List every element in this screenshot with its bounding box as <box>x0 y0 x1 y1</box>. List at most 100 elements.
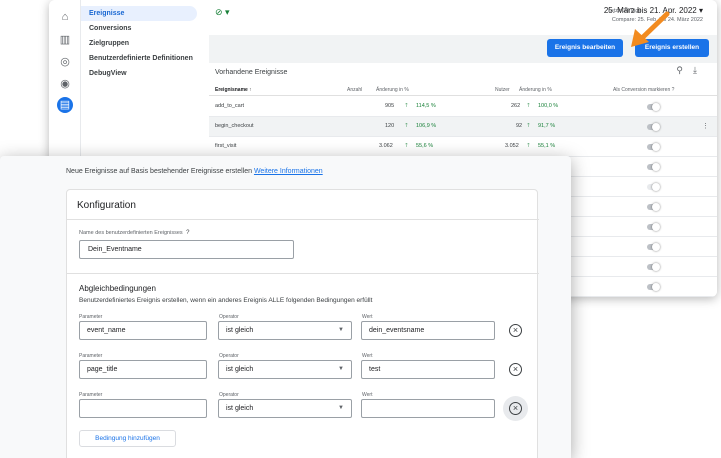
conversion-toggle[interactable] <box>647 103 660 111</box>
parameter-input[interactable] <box>79 399 207 418</box>
arrow-up-icon: 🡑 <box>405 143 408 149</box>
parameter-label: Parameter <box>79 392 103 398</box>
screenshot-stage: ⌂ ▥ ◎ ◉ ▤ Ereignisse Conversions Zielgru… <box>0 0 721 458</box>
users-change: 100,0 % <box>538 103 559 109</box>
arrow-up-icon: 🡑 <box>527 143 530 149</box>
dropdown-caret-icon: ▼ <box>338 327 344 333</box>
operator-value: ist gleich <box>226 366 254 373</box>
event-name[interactable]: begin_checkout <box>215 123 254 129</box>
table-row[interactable]: first_visit 3.062 🡑 55,6 % 3.052 🡑 55,1 … <box>209 137 717 157</box>
event-users: 262 <box>511 103 521 109</box>
value-input[interactable]: test <box>361 360 495 379</box>
value-input[interactable]: dein_eventsname <box>361 321 495 340</box>
value-label: Wert <box>362 353 373 359</box>
arrow-up-icon: 🡑 <box>405 123 408 129</box>
nav-item-custom-definitions[interactable]: Benutzerdefinierte Definitionen <box>81 51 209 66</box>
value-input[interactable] <box>361 399 495 418</box>
status-chip[interactable]: ⊘ ▾ <box>215 7 230 18</box>
operator-select[interactable]: ist gleich ▼ <box>218 399 352 418</box>
event-name-label: Name des benutzerdefinierten Ereignisses… <box>79 230 190 236</box>
configure-icon[interactable]: ▤ <box>57 97 73 113</box>
table-tools: ⚲⤓ <box>676 65 707 76</box>
value-label: Wert <box>362 314 373 320</box>
more-vert-icon[interactable]: ⋮ <box>702 122 709 130</box>
count-change: 55,6 % <box>416 143 434 149</box>
table-row[interactable]: add_to_cart 905 🡑 114,5 % 262 🡑 100,0 % <box>209 97 717 117</box>
create-event-dialog: Neue Ereignisse auf Basis bestehender Er… <box>0 156 571 458</box>
column-header-conversion[interactable]: Als Conversion markieren ? <box>613 87 674 93</box>
conversion-toggle[interactable] <box>647 283 660 291</box>
column-header-name[interactable]: Ereignisname ↑ <box>215 87 252 93</box>
column-header-users-change[interactable]: Änderung in % <box>519 87 552 93</box>
conversion-toggle[interactable] <box>647 203 660 211</box>
divider <box>67 219 539 220</box>
add-condition-button[interactable]: Bedingung hinzufügen <box>79 430 176 447</box>
operator-select[interactable]: ist gleich ▼ <box>218 321 352 340</box>
remove-condition-icon[interactable]: × <box>509 363 522 376</box>
configuration-card: Konfiguration Name des benutzerdefiniert… <box>66 189 539 458</box>
remove-condition-icon[interactable]: × <box>509 324 522 337</box>
count-change: 114,5 % <box>416 103 436 109</box>
advertising-icon[interactable]: ◉ <box>57 76 73 92</box>
match-conditions-title: Abgleichbedingungen <box>79 284 156 293</box>
divider <box>67 273 539 274</box>
table-row[interactable]: begin_checkout 120 🡑 106,9 % 92 🡑 91,7 %… <box>209 117 717 137</box>
help-icon[interactable]: ? <box>186 230 189 236</box>
users-change: 55,1 % <box>538 143 556 149</box>
event-count: 120 <box>385 123 395 129</box>
nav-item-debugview[interactable]: DebugView <box>81 66 209 81</box>
conversion-toggle[interactable] <box>647 123 660 131</box>
nav-item-events[interactable]: Ereignisse <box>81 6 197 21</box>
table-header: Ereignisname ↑ Anzahl Änderung in % Nutz… <box>209 83 717 96</box>
column-header-users[interactable]: Nutzer <box>495 87 510 93</box>
conversion-toggle[interactable] <box>647 143 660 151</box>
remove-condition-icon[interactable]: × <box>509 402 522 415</box>
column-header-count[interactable]: Anzahl <box>347 87 362 93</box>
highlight-arrow-icon <box>631 11 670 47</box>
intro-text: Neue Ereignisse auf Basis bestehender Er… <box>66 168 252 175</box>
event-name[interactable]: first_visit <box>215 143 236 149</box>
arrow-up-icon: 🡑 <box>527 123 530 129</box>
reports-icon[interactable]: ▥ <box>57 32 73 48</box>
column-header-count-change[interactable]: Änderung in % <box>376 87 409 93</box>
operator-label: Operator <box>219 392 239 398</box>
conversion-toggle[interactable] <box>647 223 660 231</box>
explore-icon[interactable]: ◎ <box>57 54 73 70</box>
nav-item-audiences[interactable]: Zielgruppen <box>81 36 209 51</box>
configuration-title: Konfiguration <box>77 200 136 211</box>
table-title: Vorhandene Ereignisse <box>215 69 288 76</box>
event-name-input[interactable]: Dein_Eventname <box>79 240 294 259</box>
value-label: Wert <box>362 392 373 398</box>
parameter-input[interactable]: event_name <box>79 321 207 340</box>
conversion-toggle[interactable] <box>647 163 660 171</box>
download-icon[interactable]: ⤓ <box>693 65 707 75</box>
parameter-label: Parameter <box>79 314 103 320</box>
event-count: 905 <box>385 103 395 109</box>
nav-item-conversions[interactable]: Conversions <box>81 21 209 36</box>
conversion-toggle[interactable] <box>647 243 660 251</box>
dropdown-caret-icon: ▼ <box>338 405 344 411</box>
dropdown-caret-icon: ▼ <box>338 366 344 372</box>
conversion-toggle[interactable] <box>647 263 660 271</box>
operator-value: ist gleich <box>226 405 254 412</box>
home-icon[interactable]: ⌂ <box>57 9 73 25</box>
operator-value: ist gleich <box>226 327 254 334</box>
operator-select[interactable]: ist gleich ▼ <box>218 360 352 379</box>
dialog-intro: Neue Ereignisse auf Basis bestehender Er… <box>66 168 323 175</box>
count-change: 106,9 % <box>416 123 437 129</box>
match-conditions-description: Benutzerdefiniertes Ereignis erstellen, … <box>79 297 373 304</box>
arrow-up-icon: 🡑 <box>405 103 408 109</box>
operator-label: Operator <box>219 314 239 320</box>
operator-label: Operator <box>219 353 239 359</box>
event-name[interactable]: add_to_cart <box>215 103 244 109</box>
conversion-toggle[interactable] <box>647 183 660 191</box>
parameter-input[interactable]: page_title <box>79 360 207 379</box>
users-change: 91,7 % <box>538 123 556 129</box>
event-name-label-text: Name des benutzerdefinierten Ereignisses <box>79 230 183 236</box>
parameter-label: Parameter <box>79 353 103 359</box>
arrow-up-icon: 🡑 <box>527 103 530 109</box>
search-icon[interactable]: ⚲ <box>676 65 693 75</box>
event-users: 92 <box>516 123 523 129</box>
edit-event-button[interactable]: Ereignis bearbeiten <box>547 39 623 57</box>
learn-more-link[interactable]: Weitere Informationen <box>254 168 323 175</box>
